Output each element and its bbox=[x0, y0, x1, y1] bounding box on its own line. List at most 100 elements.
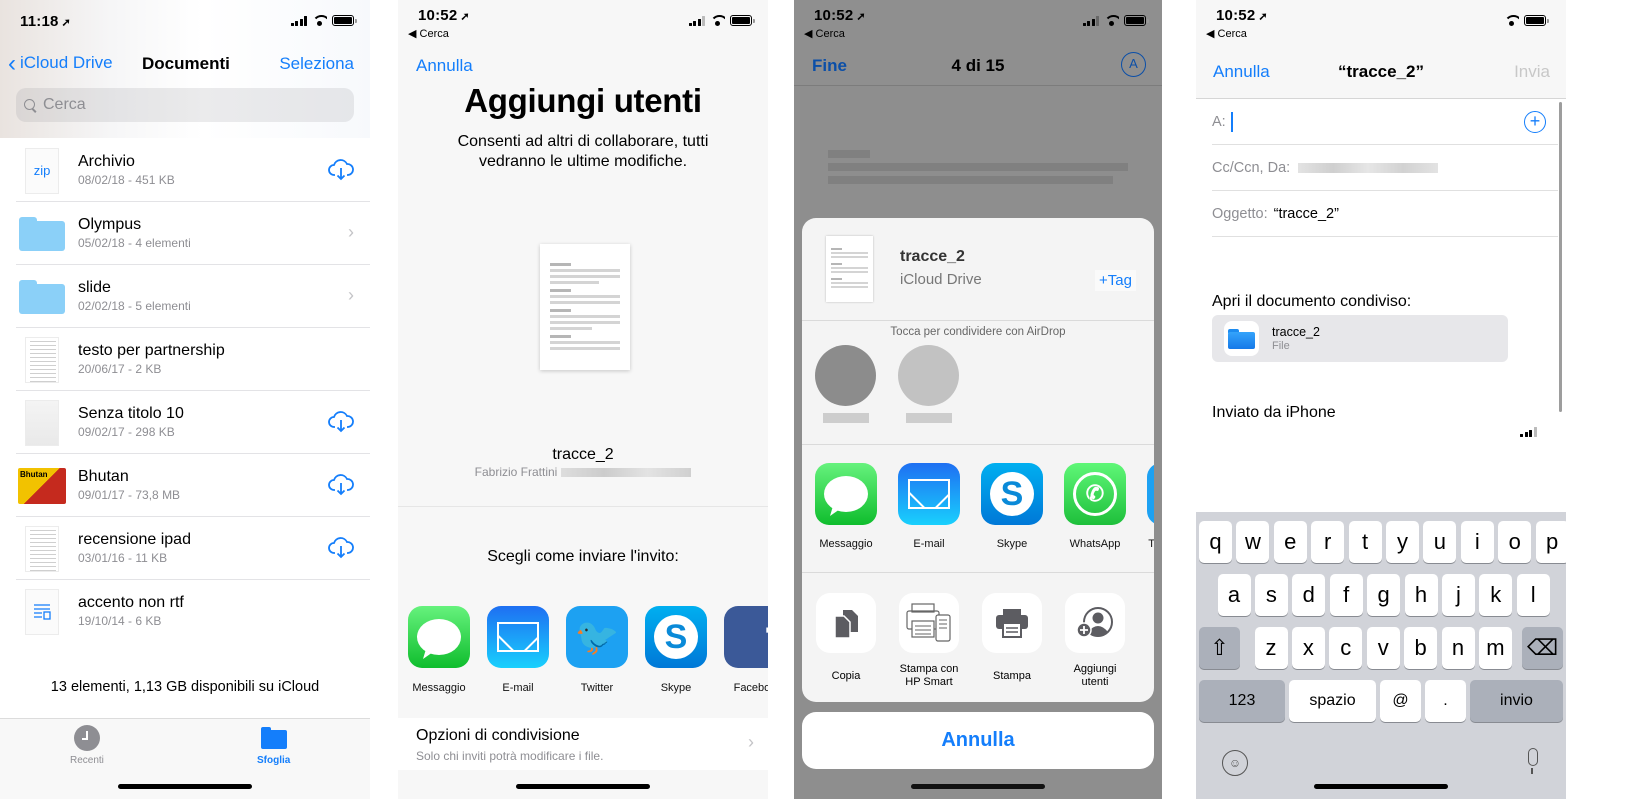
status-bar: 10:52 ➚ ◀ Cerca bbox=[794, 0, 1162, 44]
key-m[interactable]: m bbox=[1478, 627, 1512, 669]
send-button[interactable]: Invia bbox=[1514, 62, 1550, 82]
list-item[interactable]: Senza titolo 10 09/02/17 - 298 KB bbox=[0, 391, 370, 454]
subject-field[interactable]: Oggetto: “tracce_2” bbox=[1212, 191, 1558, 237]
key-f[interactable]: f bbox=[1329, 574, 1363, 616]
return-key[interactable]: invio bbox=[1470, 680, 1563, 722]
key-y[interactable]: y bbox=[1386, 521, 1419, 563]
key-r[interactable]: r bbox=[1311, 521, 1345, 563]
invite-via-facebook[interactable]: fFaceboo bbox=[724, 606, 768, 694]
subject-label: Oggetto: bbox=[1212, 205, 1268, 222]
space-key[interactable]: spazio bbox=[1289, 680, 1376, 722]
document-name: tracce_2 bbox=[552, 446, 614, 463]
list-item[interactable]: slide 02/02/18 - 5 elementi › bbox=[0, 265, 370, 328]
airdrop-contact-avatar[interactable] bbox=[898, 345, 959, 406]
share-options-row[interactable]: Opzioni di condivisione Solo chi inviti … bbox=[398, 718, 768, 770]
list-item[interactable]: accento non rtf 19/10/14 - 6 KB bbox=[0, 580, 370, 643]
back-to-app-link[interactable]: ◀ Cerca bbox=[408, 27, 449, 40]
key-d[interactable]: d bbox=[1292, 574, 1326, 616]
to-field[interactable]: A: + bbox=[1212, 99, 1558, 145]
action-add-people[interactable]: Aggiungi utenti bbox=[1064, 593, 1126, 689]
at-key[interactable]: @ bbox=[1380, 680, 1421, 722]
invite-via-twitter[interactable]: 🐦 Twitter bbox=[566, 606, 628, 694]
status-time: 11:18 bbox=[20, 13, 59, 30]
back-to-app-link[interactable]: ◀ Cerca bbox=[804, 27, 845, 40]
key-t[interactable]: t bbox=[1348, 521, 1382, 563]
invite-via-skype[interactable]: S Skype bbox=[645, 606, 707, 694]
dot-key[interactable]: . bbox=[1425, 680, 1466, 722]
key-i[interactable]: i bbox=[1460, 521, 1494, 563]
key-z[interactable]: z bbox=[1254, 627, 1288, 669]
bhutan-image-thumbnail: Bhutan bbox=[18, 467, 66, 504]
share-via-messages[interactable]: Messaggio bbox=[815, 463, 877, 572]
invite-via-messages[interactable]: Messaggio bbox=[408, 606, 470, 694]
share-via-whatsapp[interactable]: ✆ WhatsApp bbox=[1064, 463, 1126, 572]
add-tag-button[interactable]: +Tag bbox=[1095, 270, 1136, 291]
cancel-button[interactable]: Annulla bbox=[802, 712, 1154, 769]
key-g[interactable]: g bbox=[1367, 574, 1401, 616]
location-icon: ➚ bbox=[1258, 11, 1268, 23]
back-to-app-link[interactable]: ◀ Cerca bbox=[1206, 27, 1247, 40]
file-meta: 20/06/17 - 2 KB bbox=[78, 362, 162, 376]
list-item[interactable]: recensione ipad 03/01/16 - 11 KB bbox=[0, 517, 370, 580]
cloud-download-icon[interactable] bbox=[328, 411, 354, 438]
status-time: 10:52 bbox=[814, 7, 854, 24]
key-q[interactable]: q bbox=[1199, 521, 1232, 563]
invite-via-mail[interactable]: E-mail bbox=[487, 606, 549, 694]
key-n[interactable]: n bbox=[1441, 627, 1475, 669]
key-b[interactable]: b bbox=[1404, 627, 1438, 669]
key-h[interactable]: h bbox=[1404, 574, 1438, 616]
backspace-key[interactable]: ⌫ bbox=[1522, 627, 1563, 669]
file-meta: 19/10/14 - 6 KB bbox=[78, 614, 162, 628]
home-indicator bbox=[118, 784, 252, 789]
shared-document-attachment[interactable]: tracce_2 File bbox=[1212, 315, 1508, 362]
list-item[interactable]: zip Archivio 08/02/18 - 451 KB bbox=[0, 139, 370, 202]
wifi-icon bbox=[1104, 15, 1119, 26]
airdrop-contact-avatar[interactable] bbox=[815, 345, 876, 406]
tab-sfoglia[interactable]: Sfoglia bbox=[257, 725, 290, 766]
share-via-mail[interactable]: E-mail bbox=[898, 463, 960, 572]
key-c[interactable]: c bbox=[1329, 627, 1363, 669]
list-item[interactable]: testo per partnership 20/06/17 - 2 KB bbox=[0, 328, 370, 391]
key-j[interactable]: j bbox=[1441, 574, 1475, 616]
key-s[interactable]: s bbox=[1254, 574, 1288, 616]
cloud-download-icon[interactable] bbox=[328, 537, 354, 564]
key-a[interactable]: a bbox=[1217, 574, 1251, 616]
list-item[interactable]: Bhutan Bhutan 09/01/17 - 73,8 MB bbox=[0, 454, 370, 517]
action-print[interactable]: Stampa bbox=[981, 593, 1043, 689]
key-u[interactable]: u bbox=[1423, 521, 1457, 563]
back-button[interactable]: ‹ iCloud Drive bbox=[8, 51, 113, 75]
key-o[interactable]: o bbox=[1498, 521, 1532, 563]
add-contact-icon[interactable]: + bbox=[1524, 111, 1546, 133]
cancel-button[interactable]: Annulla bbox=[416, 56, 473, 76]
cloud-download-icon[interactable] bbox=[328, 474, 354, 501]
key-v[interactable]: v bbox=[1366, 627, 1400, 669]
tab-recenti[interactable]: Recenti bbox=[70, 725, 104, 766]
select-button[interactable]: Seleziona bbox=[279, 54, 354, 74]
key-l[interactable]: l bbox=[1516, 574, 1550, 616]
microphone-icon[interactable] bbox=[1526, 748, 1538, 776]
home-indicator bbox=[516, 784, 650, 789]
share-via-telegram[interactable]: Te bbox=[1147, 463, 1154, 572]
cloud-download-icon[interactable] bbox=[328, 159, 354, 186]
cc-bcc-from-field[interactable]: Cc/Ccn, Da: bbox=[1212, 145, 1558, 191]
location-icon: ➚ bbox=[61, 17, 71, 29]
list-item[interactable]: Olympus 05/02/18 - 4 elementi › bbox=[0, 202, 370, 265]
file-name: Senza titolo 10 bbox=[78, 405, 184, 422]
numbers-key[interactable]: 123 bbox=[1199, 680, 1285, 722]
key-p[interactable]: p bbox=[1535, 521, 1566, 563]
file-meta: 02/02/18 - 5 elementi bbox=[78, 299, 191, 313]
markup-icon[interactable]: A bbox=[1121, 52, 1146, 77]
airdrop-hint: Tocca per condividere con AirDrop bbox=[890, 326, 1066, 338]
search-input[interactable]: Cerca bbox=[16, 88, 354, 122]
key-w[interactable]: w bbox=[1236, 521, 1270, 563]
scrollbar[interactable] bbox=[1559, 102, 1562, 412]
shift-key[interactable]: ⇧ bbox=[1199, 627, 1240, 669]
key-e[interactable]: e bbox=[1273, 521, 1307, 563]
emoji-icon[interactable]: ☺ bbox=[1222, 750, 1248, 776]
action-copy[interactable]: Copia bbox=[815, 593, 877, 689]
status-bar: 10:52 ➚ ◀ Cerca bbox=[1196, 0, 1566, 437]
action-print-hp-smart[interactable]: Stampa con HP Smart bbox=[898, 593, 960, 689]
key-k[interactable]: k bbox=[1479, 574, 1513, 616]
share-via-skype[interactable]: S Skype bbox=[981, 463, 1043, 572]
key-x[interactable]: x bbox=[1291, 627, 1325, 669]
